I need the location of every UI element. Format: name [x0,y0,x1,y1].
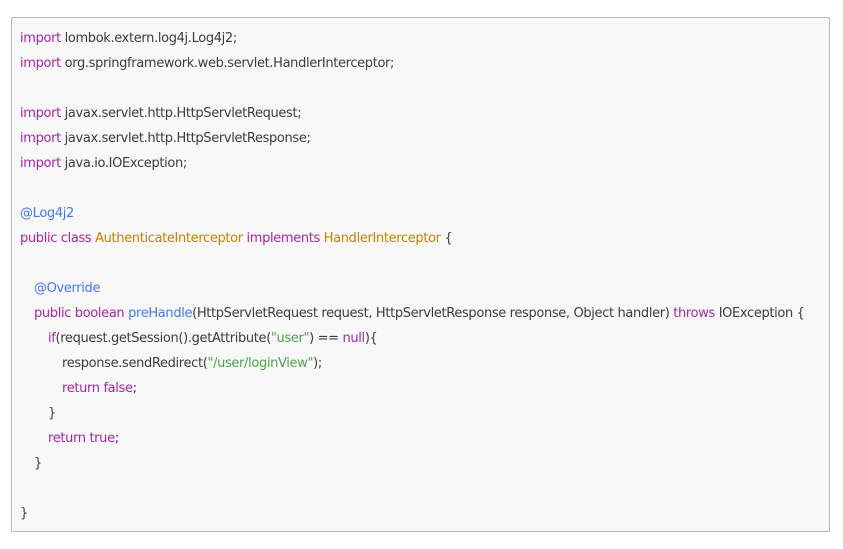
code-line-13: if(request.getSession().getAttribute("us… [20,326,805,351]
keyword: import [20,131,61,146]
keyword: return [62,381,100,396]
code-line-15: return false; [20,376,805,401]
code-line-8: @Log4j2 [20,201,805,226]
condition-end: ){ [364,331,378,346]
null-literal: null [342,331,366,346]
import-path: java.io.IOException; [60,156,188,171]
semicolon: ; [114,431,119,446]
keyword: import [20,56,61,71]
keyword: throws [673,306,715,321]
annotation: @Log4j2 [20,206,74,221]
keyword: public boolean [34,306,125,321]
code-line-6: import java.io.IOException; [20,151,805,176]
operator: ) == [309,331,343,346]
code-line-5: import javax.servlet.http.HttpServletRes… [20,126,805,151]
annotation: @Override [34,281,101,296]
brace: } [34,456,42,471]
code-line-18: } [20,451,805,476]
keyword: return [48,431,86,446]
import-path: org.springframework.web.servlet.HandlerI… [60,56,395,71]
code-block[interactable]: import lombok.extern.log4j.Log4j2; impor… [11,17,830,532]
code-line-9: public class AuthenticateInterceptor imp… [20,226,805,251]
brace: { [440,231,453,246]
condition-start: (request.getSession().getAttribute( [55,331,272,346]
code-line-17: return true; [20,426,805,451]
code-line-11: @Override [20,276,805,301]
code-line-20: } [20,501,805,526]
class-name: AuthenticateInterceptor [95,231,243,246]
code-line-4: import javax.servlet.http.HttpServletReq… [20,101,805,126]
keyword: if [48,331,56,346]
method-call: response.sendRedirect( [62,356,208,371]
import-path: javax.servlet.http.HttpServletRequest; [60,106,302,121]
brace: } [48,406,56,421]
import-path: javax.servlet.http.HttpServletResponse; [60,131,311,146]
exception-type: IOException { [714,306,805,321]
string-literal: "/user/loginView" [207,356,314,371]
boolean-literal: false [99,381,133,396]
keyword: import [20,106,61,121]
code-line-16: } [20,401,805,426]
keyword: import [20,156,61,171]
code-line-14: response.sendRedirect("/user/loginView")… [20,351,805,376]
code-line-1: import lombok.extern.log4j.Log4j2; [20,26,805,51]
code-content: import lombok.extern.log4j.Log4j2; impor… [20,26,805,526]
interface-name: HandlerInterceptor [323,231,441,246]
boolean-literal: true [85,431,115,446]
string-literal: "user" [270,331,310,346]
import-path: lombok.extern.log4j.Log4j2; [60,31,238,46]
code-line-2: import org.springframework.web.servlet.H… [20,51,805,76]
method-params: (HttpServletRequest request, HttpServlet… [192,306,670,321]
method-name: preHandle [128,306,193,321]
semicolon: ; [132,381,137,396]
keyword: implements [246,231,321,246]
keyword: public class [20,231,92,246]
keyword: import [20,31,61,46]
call-end: ); [313,356,322,371]
brace: } [20,506,28,521]
code-line-12: public boolean preHandle(HttpServletRequ… [20,301,805,326]
